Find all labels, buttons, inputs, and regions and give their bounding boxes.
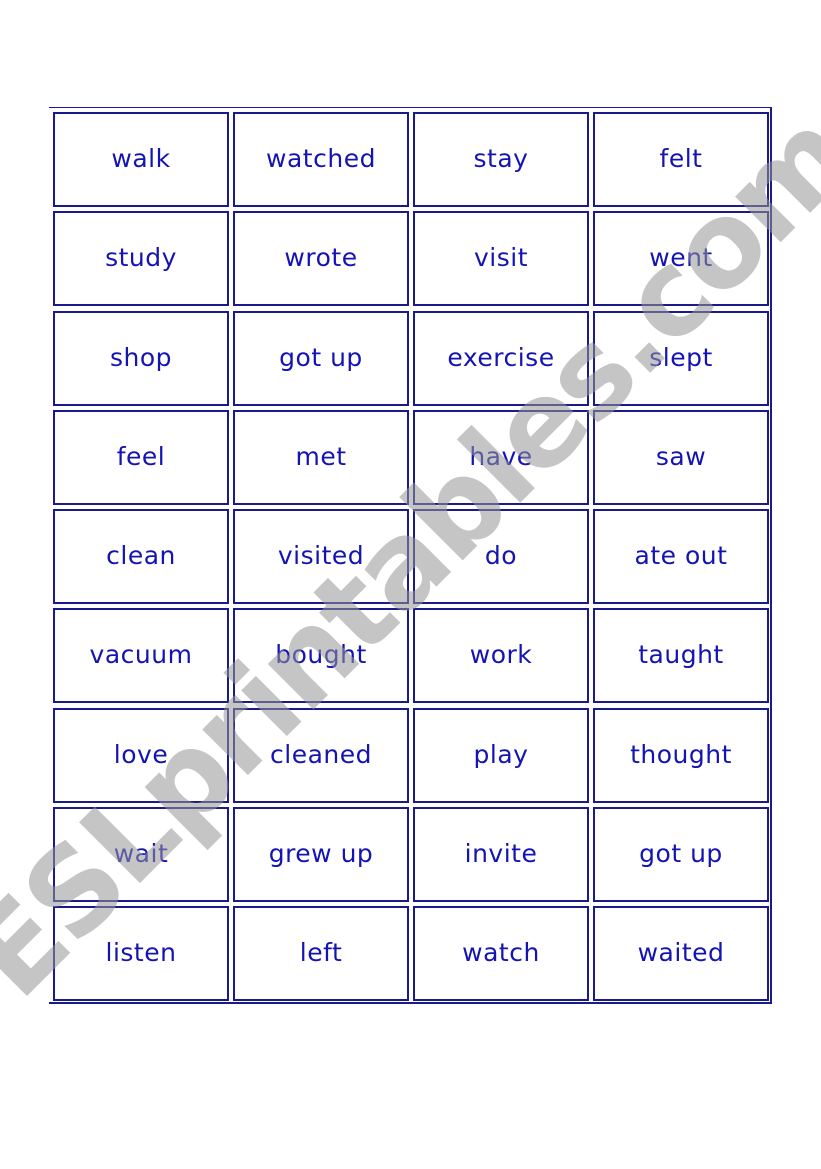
word-card: walk	[53, 112, 229, 207]
word-card-text: exercise	[447, 342, 555, 372]
word-card: left	[233, 906, 409, 1002]
word-card-grid: walk watched stay felt study wrote visit went sh…	[53, 112, 769, 1002]
word-card: wait	[53, 807, 229, 903]
word-card-text: got up	[639, 839, 723, 869]
word-card: felt	[593, 112, 769, 207]
word-card-text: grew up	[268, 839, 374, 869]
word-card: vacuum	[53, 608, 229, 704]
word-card-text: love	[113, 739, 169, 769]
word-card: visited	[233, 509, 409, 605]
word-card-text: have	[469, 441, 533, 471]
word-card: met	[233, 409, 409, 505]
word-card-text: vacuum	[89, 640, 193, 670]
word-card-text: felt	[659, 144, 703, 173]
word-card: exercise	[413, 310, 589, 406]
word-card: watch	[413, 906, 589, 1002]
word-card-text: play	[473, 739, 529, 769]
word-card: play	[413, 707, 589, 803]
word-card-text: work	[469, 640, 533, 670]
word-card-text: invite	[464, 839, 538, 869]
word-card: do	[413, 509, 589, 605]
word-card: got up	[593, 807, 769, 903]
word-card: wrote	[233, 211, 409, 307]
word-card: taught	[593, 608, 769, 704]
word-card: visit	[413, 211, 589, 307]
word-card-text: watched	[266, 144, 376, 173]
word-card: love	[53, 707, 229, 803]
word-card-text: do	[484, 541, 518, 571]
word-card: ate out	[593, 509, 769, 605]
word-card-text: waited	[637, 938, 725, 968]
word-card-text: ate out	[634, 541, 728, 571]
word-card-text: wrote	[284, 243, 358, 273]
word-card: got up	[233, 310, 409, 406]
word-card-text: got up	[279, 342, 363, 372]
word-card-text: listen	[105, 938, 177, 968]
word-card-text: watch	[462, 938, 540, 968]
word-card: shop	[53, 310, 229, 406]
word-card: slept	[593, 310, 769, 406]
word-card-text: met	[295, 441, 347, 471]
word-card: clean	[53, 509, 229, 605]
word-card-text: feel	[116, 441, 166, 471]
word-card-text: wait	[113, 839, 169, 869]
word-card: saw	[593, 409, 769, 505]
word-card-text: bought	[275, 640, 367, 670]
word-card-text: stay	[473, 144, 529, 173]
word-card: feel	[53, 409, 229, 505]
word-card-text: cleaned	[270, 739, 372, 769]
word-card: study	[53, 211, 229, 307]
word-card: invite	[413, 807, 589, 903]
word-card: listen	[53, 906, 229, 1002]
word-card-text: visit	[473, 243, 528, 273]
word-card-text: visited	[277, 541, 365, 571]
word-card: went	[593, 211, 769, 307]
word-card-text: slept	[649, 342, 713, 372]
word-card-text: taught	[638, 640, 724, 670]
word-card: thought	[593, 707, 769, 803]
word-card-text: went	[649, 243, 713, 273]
word-card-text: left	[299, 938, 343, 968]
word-card: bought	[233, 608, 409, 704]
word-card-text: walk	[111, 144, 171, 173]
word-card-text: clean	[106, 541, 176, 571]
word-card: grew up	[233, 807, 409, 903]
word-card: waited	[593, 906, 769, 1002]
word-card-text: study	[105, 243, 177, 273]
word-card: work	[413, 608, 589, 704]
word-card: watched	[233, 112, 409, 207]
word-card: stay	[413, 112, 589, 207]
word-card-text: saw	[655, 441, 707, 471]
word-card: have	[413, 409, 589, 505]
word-card-text: shop	[109, 342, 173, 372]
word-card-text: thought	[630, 739, 732, 769]
word-card: cleaned	[233, 707, 409, 803]
